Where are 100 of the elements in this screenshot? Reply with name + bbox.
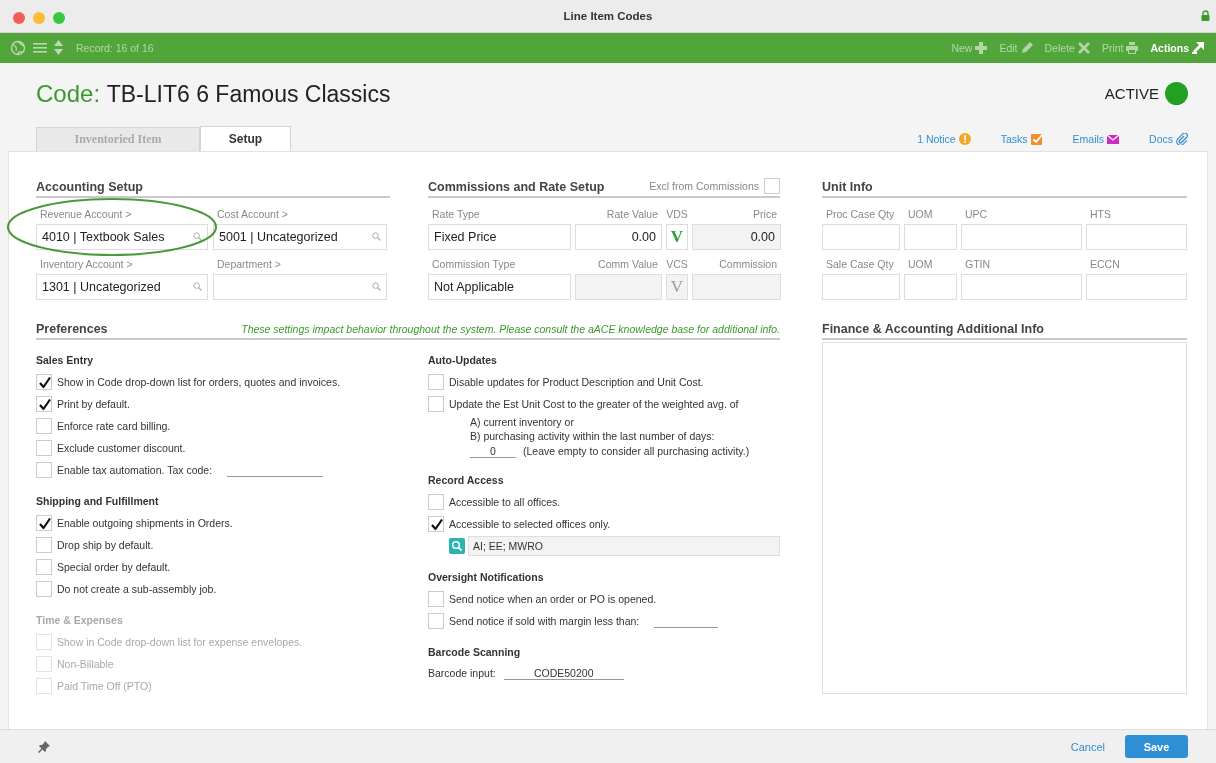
check-icon — [429, 516, 444, 532]
text-field[interactable] — [1086, 273, 1187, 300]
text-field[interactable]: Fixed Price — [428, 223, 571, 250]
field-label: Department > — [216, 257, 282, 271]
pencil-icon — [1020, 41, 1033, 54]
checkbox-label: Send notice if sold with margin less than: — [449, 614, 640, 627]
status-label: ACTIVE — [1104, 85, 1159, 103]
window-title: Line Item Codes — [563, 9, 653, 22]
checkbox-label: Enforce rate card billing. — [57, 419, 171, 432]
days-field[interactable]: 0 — [470, 444, 516, 459]
up-down-arrows-icon — [54, 40, 63, 56]
account-field[interactable]: 5001 | Uncategorized — [213, 223, 387, 250]
checkbox[interactable] — [428, 590, 444, 607]
checkbox[interactable] — [36, 373, 52, 390]
field-label: GTIN — [964, 257, 992, 271]
checkbox-label: Excl from Commissions — [649, 179, 759, 192]
checkbox[interactable] — [36, 461, 52, 478]
checkbox-label: Show in Code drop-down list for orders, quotes and invoices. — [57, 375, 341, 388]
field-label: Comm Value — [597, 257, 659, 271]
text-field[interactable] — [961, 223, 1082, 250]
barcode-field[interactable]: CODE50200 — [503, 665, 624, 680]
checkbox[interactable] — [428, 373, 444, 390]
checkbox-label: Special order by default. — [57, 560, 171, 573]
toggle-button[interactable]: V — [666, 223, 688, 250]
field-label: Revenue Account > — [39, 207, 133, 221]
checkbox-label: Do not create a sub-assembly job. — [57, 582, 217, 595]
tab[interactable]: Setup — [200, 125, 291, 151]
lock-icon — [1201, 10, 1210, 21]
checkbox[interactable] — [36, 536, 52, 553]
notes-area[interactable] — [822, 341, 1187, 694]
warning-icon — [958, 132, 971, 145]
save-button[interactable]: Save — [1125, 735, 1188, 759]
actions-button[interactable]: Actions — [1150, 41, 1204, 54]
checkbox[interactable] — [428, 493, 444, 510]
cancel-link[interactable]: Cancel — [1070, 740, 1105, 753]
field-label: Rate Value — [605, 207, 659, 221]
field-label: Commission — [718, 257, 778, 271]
paperclip-icon — [1176, 132, 1188, 145]
field-label: UPC — [964, 207, 989, 221]
group-title: Barcode Scanning — [428, 644, 522, 659]
checkbox-label: Enable outgoing shipments in Orders. — [57, 516, 233, 529]
zoom-button[interactable] — [53, 12, 65, 24]
notice-link[interactable]: 1 Notice — [917, 132, 971, 145]
field-label: Cost Account > — [216, 207, 289, 221]
checkbox-label: Accessible to all offices. — [449, 495, 561, 508]
field-label: UOM — [907, 207, 934, 221]
checkbox[interactable] — [36, 514, 52, 531]
text-field[interactable] — [822, 273, 900, 300]
tasks-link[interactable]: Tasks — [1000, 132, 1043, 145]
status-dot — [1165, 82, 1188, 106]
search-icon — [193, 282, 202, 292]
docs-link[interactable]: Docs — [1149, 132, 1188, 145]
tab[interactable]: Inventoried Item — [36, 126, 200, 151]
field-label: Inventory Account > — [39, 257, 134, 271]
record-counter: Record: 16 of 16 — [76, 41, 154, 54]
checkbox-label: Disable updates for Product Description and Unit Cost. — [449, 375, 704, 388]
search-icon — [372, 282, 381, 292]
plus-icon — [975, 41, 988, 54]
text-field[interactable] — [961, 273, 1082, 300]
group-title: Oversight Notifications — [428, 569, 545, 584]
offices-field[interactable]: AI; EE; MWRO — [468, 535, 780, 556]
checkbox[interactable] — [36, 558, 52, 575]
checkbox[interactable] — [428, 515, 444, 532]
account-field[interactable] — [213, 273, 387, 300]
envelope-icon — [1107, 132, 1120, 145]
hint-text: (Leave empty to consider all purchasing activity.) — [523, 445, 750, 458]
checkbox-label: Send notice when an order or PO is opened. — [449, 592, 657, 605]
checkbox[interactable] — [428, 395, 444, 412]
arrow-icon — [1192, 41, 1204, 54]
checkbox-label: Enable tax automation. Tax code: — [57, 463, 213, 476]
checkbox[interactable] — [36, 439, 52, 456]
checkbox-label: Paid Time Off (PTO) — [57, 679, 152, 692]
field-label: ECCN — [1089, 257, 1121, 271]
text-field[interactable] — [904, 273, 957, 300]
list-icon — [33, 41, 47, 54]
text-field[interactable]: Not Applicable — [428, 273, 571, 300]
minimize-button[interactable] — [33, 12, 45, 24]
account-field[interactable]: 4010 | Textbook Sales — [36, 223, 208, 250]
checkbox[interactable] — [428, 612, 444, 629]
checkbox-label: Print by default. — [57, 397, 130, 410]
close-button[interactable] — [13, 12, 25, 24]
checkbox[interactable] — [36, 395, 52, 412]
emails-link[interactable]: Emails — [1072, 132, 1120, 145]
checkbox[interactable] — [764, 177, 780, 194]
checkbox-icon — [1030, 132, 1043, 145]
checkbox[interactable] — [36, 580, 52, 597]
group-title: Time & Expenses — [36, 612, 124, 627]
field-label: VCS — [666, 257, 688, 271]
group-title: Auto-Updates — [428, 352, 498, 367]
number-field[interactable]: 0.00 — [575, 223, 662, 250]
text-field[interactable] — [822, 223, 900, 250]
text-field[interactable] — [1086, 223, 1187, 250]
check-icon — [37, 374, 52, 390]
text-field[interactable] — [904, 223, 957, 250]
section-title: Unit Info — [822, 178, 874, 196]
section-title: Finance & Accounting Additional Info — [822, 320, 1045, 338]
check-icon — [37, 515, 52, 531]
account-field[interactable]: 1301 | Uncategorized — [36, 273, 208, 300]
option-text: B) purchasing activity within the last number of days: — [469, 428, 716, 443]
checkbox[interactable] — [36, 417, 52, 434]
